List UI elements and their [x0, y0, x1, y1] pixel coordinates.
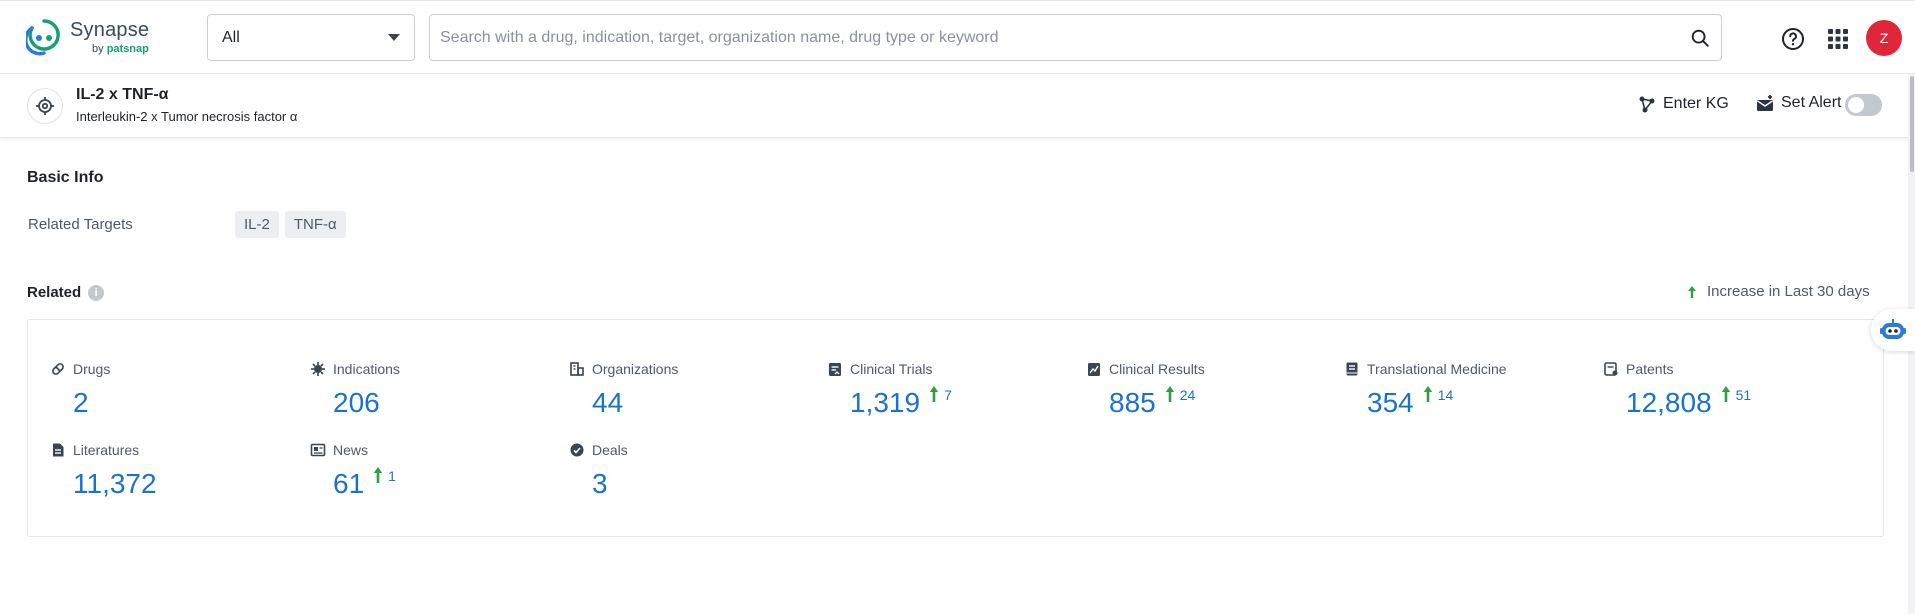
basic-info-title: Basic Info [27, 169, 103, 187]
target-subtitle: Interleukin-2 x Tumor necrosis factor α [76, 109, 297, 124]
metric-increase: 1 [373, 466, 396, 484]
related-targets-list: IL-2 TNF-α [235, 211, 346, 238]
document-icon [50, 442, 66, 458]
target-header: IL-2 x TNF-α Interleukin-2 x Tumor necro… [0, 74, 1915, 138]
related-target-tag[interactable]: IL-2 [235, 211, 279, 238]
help-icon[interactable] [1781, 27, 1805, 51]
increase-legend: Increase in Last 30 days [1687, 283, 1870, 300]
metric-increase: 24 [1165, 385, 1196, 403]
metric-value: 1,319 [850, 388, 920, 418]
knowledge-graph-icon [1637, 94, 1657, 114]
metric-value: 885 [1109, 388, 1156, 418]
arrow-up-icon [929, 385, 939, 403]
metric-label: Literatures [73, 442, 139, 458]
search-icon[interactable] [1689, 27, 1711, 49]
metric-label: News [333, 442, 368, 458]
set-alert-toggle[interactable] [1845, 94, 1882, 116]
increase-legend-text: Increase in Last 30 days [1707, 283, 1870, 300]
metric-value: 11,372 [73, 469, 157, 499]
enter-kg-button[interactable]: Enter KG [1637, 94, 1729, 114]
metric-drugs[interactable]: Drugs 2 [50, 360, 110, 418]
caret-down-icon [388, 34, 400, 41]
metric-increase-value: 7 [944, 387, 952, 403]
metric-label: Translational Medicine [1367, 361, 1507, 377]
apps-grid-icon[interactable] [1827, 28, 1849, 50]
metric-value: 61 [333, 469, 364, 499]
metric-increase-value: 24 [1180, 387, 1196, 403]
metric-patents[interactable]: Patents 12,808 51 [1603, 360, 1751, 418]
metric-value: 3 [592, 469, 608, 499]
search-scope-value: All [222, 29, 240, 47]
top-bar: Synapse by patsnap All Z [0, 0, 1915, 74]
related-targets-label: Related Targets [28, 216, 133, 233]
metric-value: 12,808 [1626, 388, 1712, 418]
metric-indications[interactable]: Indications 206 [310, 360, 400, 418]
newspaper-icon [310, 442, 326, 458]
related-title: Related i [27, 284, 104, 301]
search-input[interactable] [440, 29, 1689, 47]
clipboard-icon [827, 361, 843, 377]
ai-assistant-button[interactable] [1871, 309, 1915, 351]
target-title: IL-2 x TNF-α [76, 86, 169, 104]
robot-assistant-icon [1879, 317, 1907, 343]
metric-increase-value: 1 [388, 468, 396, 484]
metric-value: 44 [592, 388, 623, 418]
chart-doc-icon [1086, 361, 1102, 377]
set-alert-label-group: Set Alert [1756, 94, 1841, 112]
arrow-up-icon [1687, 285, 1697, 299]
related-title-text: Related [27, 284, 81, 301]
metric-value: 354 [1367, 388, 1414, 418]
arrow-up-icon [373, 466, 383, 484]
metric-news[interactable]: News 61 1 [310, 441, 396, 499]
patent-icon [1603, 361, 1619, 377]
logo-by: by [92, 43, 104, 55]
logo-name: Synapse [70, 19, 149, 42]
metric-value: 2 [73, 388, 89, 418]
metric-label: Indications [333, 361, 400, 377]
enter-kg-label: Enter KG [1663, 95, 1729, 113]
set-alert-label: Set Alert [1781, 94, 1841, 112]
target-icon [27, 88, 63, 124]
metric-translational-medicine[interactable]: Translational Medicine 354 14 [1344, 360, 1507, 418]
building-icon [569, 361, 585, 377]
arrow-up-icon [1165, 385, 1175, 403]
metric-increase: 7 [929, 385, 952, 403]
arrow-up-icon [1721, 385, 1731, 403]
logo-tagline: by patsnap [92, 43, 149, 55]
metric-increase-value: 51 [1736, 387, 1752, 403]
deal-icon [569, 442, 585, 458]
page-scrollbar-thumb[interactable] [1910, 76, 1914, 172]
metric-organizations[interactable]: Organizations 44 [569, 360, 678, 418]
metric-clinical-results[interactable]: Clinical Results 885 24 [1086, 360, 1205, 418]
metric-label: Patents [1626, 361, 1673, 377]
alert-mail-icon [1756, 94, 1776, 112]
search-box [429, 14, 1722, 61]
metric-literatures[interactable]: Literatures 11,372 [50, 441, 157, 499]
logo-brand: patsnap [107, 43, 149, 55]
virus-icon [310, 361, 326, 377]
metric-increase: 14 [1423, 385, 1454, 403]
metric-label: Deals [592, 442, 628, 458]
related-metrics-card: Drugs 2 Indications 206 Organizations 44… [27, 319, 1884, 537]
metric-label: Clinical Trials [850, 361, 932, 377]
arrow-up-icon [1423, 385, 1433, 403]
synapse-logo-icon [26, 17, 62, 57]
pill-icon [50, 361, 66, 377]
info-icon[interactable]: i [88, 285, 104, 301]
metric-clinical-trials[interactable]: Clinical Trials 1,319 7 [827, 360, 952, 418]
search-scope-select[interactable]: All [207, 14, 415, 61]
metric-increase: 51 [1721, 385, 1752, 403]
synapse-logo[interactable]: Synapse by patsnap [26, 17, 186, 61]
book-icon [1344, 361, 1360, 377]
metric-value: 206 [333, 388, 380, 418]
metric-label: Drugs [73, 361, 110, 377]
metric-label: Clinical Results [1109, 361, 1205, 377]
metric-deals[interactable]: Deals 3 [569, 441, 628, 499]
related-target-tag[interactable]: TNF-α [285, 211, 346, 238]
metric-increase-value: 14 [1438, 387, 1454, 403]
metric-label: Organizations [592, 361, 678, 377]
user-avatar[interactable]: Z [1866, 20, 1902, 56]
